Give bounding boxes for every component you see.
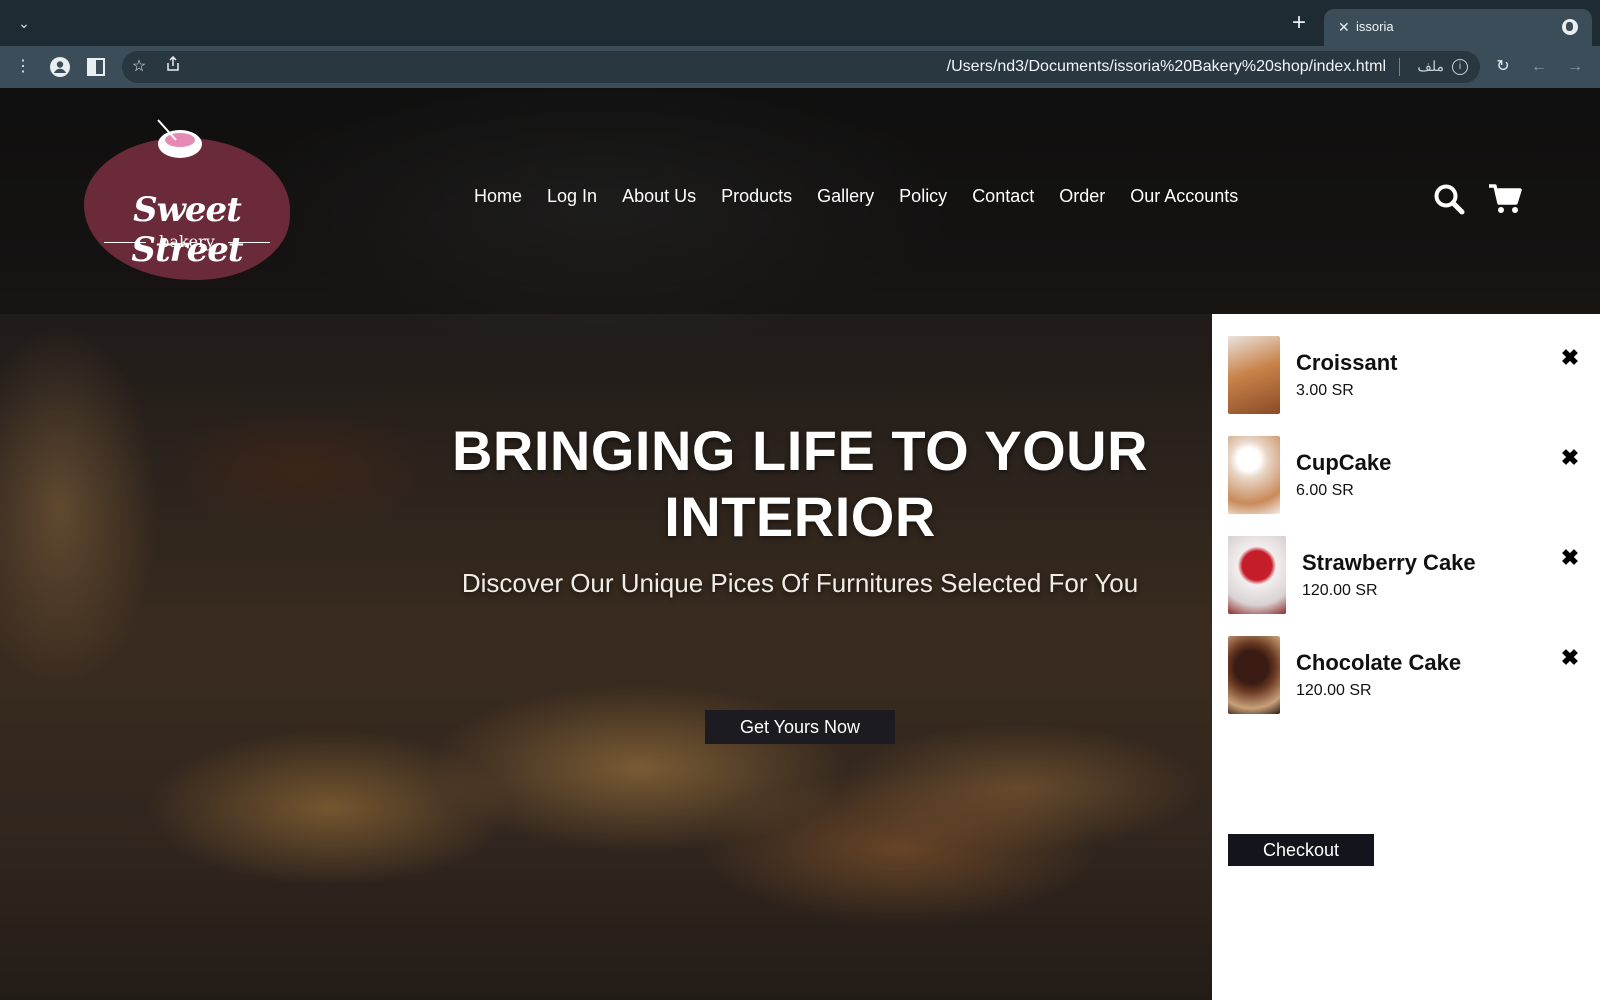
strawberry-cake-thumbnail <box>1228 536 1286 614</box>
cart-panel: Croissant 3.00 SR ✖ CupCake 6.00 SR ✖ St… <box>1212 314 1600 1000</box>
hero-subtitle: Discover Our Unique Pices Of Furnitures … <box>461 568 1139 598</box>
search-icon[interactable] <box>1432 182 1466 216</box>
site-header: Sweet Street bakery Home Log In About Us… <box>0 88 1600 314</box>
url-separator <box>1399 58 1400 76</box>
logo-text: Sweet Street <box>131 190 243 270</box>
nav-policy[interactable]: Policy <box>899 186 947 207</box>
hero-title-line-1: BRINGING LIFE TO YOUR <box>451 419 1149 482</box>
site-logo[interactable]: Sweet Street bakery <box>84 119 290 280</box>
cart-item-name: CupCake <box>1296 450 1392 475</box>
profile-icon[interactable] <box>49 56 71 78</box>
url-scheme-label: ملف <box>1417 58 1444 74</box>
cart-icon[interactable] <box>1488 182 1522 216</box>
hero-title-line-2: INTERIOR <box>664 485 936 548</box>
remove-item-icon[interactable]: ✖ <box>1560 547 1580 569</box>
main-nav: Home Log In About Us Products Gallery Po… <box>474 186 1263 207</box>
nav-order[interactable]: Order <box>1059 186 1105 207</box>
cart-item-name: Strawberry Cake <box>1302 550 1476 575</box>
croissant-thumbnail <box>1228 336 1280 414</box>
browser-tab[interactable]: ✕ issoria <box>1324 9 1592 46</box>
cart-item-price: 3.00 SR <box>1296 382 1354 399</box>
share-icon[interactable] <box>162 55 184 78</box>
cupcake-thumbnail <box>1228 436 1280 514</box>
new-tab-icon[interactable]: + <box>1288 11 1310 35</box>
globe-icon <box>1562 19 1578 35</box>
nav-our-accounts[interactable]: Our Accounts <box>1130 186 1238 207</box>
remove-item-icon[interactable]: ✖ <box>1560 647 1580 669</box>
forward-arrow-icon[interactable]: → <box>1564 56 1586 78</box>
cart-item: CupCake 6.00 SR ✖ <box>1228 436 1588 516</box>
checkout-button[interactable]: Checkout <box>1228 834 1374 866</box>
browser-tab-bar: ⌄ + ✕ issoria <box>0 0 1600 46</box>
nav-home[interactable]: Home <box>474 186 522 207</box>
cart-item: Chocolate Cake 120.00 SR ✖ <box>1228 636 1588 716</box>
bookmark-star-icon[interactable]: ☆ <box>128 56 150 78</box>
logo-divider <box>228 242 270 243</box>
get-yours-now-button[interactable]: Get Yours Now <box>705 710 895 744</box>
kebab-menu-icon[interactable]: ⋮ <box>12 56 34 78</box>
nav-products[interactable]: Products <box>721 186 792 207</box>
cart-item: Croissant 3.00 SR ✖ <box>1228 336 1588 416</box>
reload-icon[interactable]: ↻ <box>1492 56 1514 78</box>
side-panel-icon[interactable] <box>85 56 107 78</box>
cart-item-price: 6.00 SR <box>1296 482 1354 499</box>
cart-item-name: Chocolate Cake <box>1296 650 1462 675</box>
remove-item-icon[interactable]: ✖ <box>1560 347 1580 369</box>
nav-about-us[interactable]: About Us <box>622 186 696 207</box>
address-bar[interactable]: ☆ /Users/nd3/Documents/issoria%20Bakery%… <box>122 51 1480 83</box>
nav-contact[interactable]: Contact <box>972 186 1034 207</box>
chocolate-cake-thumbnail <box>1228 636 1280 714</box>
whisk-bowl-icon <box>157 119 202 158</box>
hero-section: BRINGING LIFE TO YOUR INTERIOR Discover … <box>400 418 1200 744</box>
url-text[interactable]: /Users/nd3/Documents/issoria%20Bakery%20… <box>947 58 1386 76</box>
tab-close-icon[interactable]: ✕ <box>1338 19 1350 35</box>
hero-title: BRINGING LIFE TO YOUR INTERIOR <box>400 418 1200 550</box>
cart-item-price: 120.00 SR <box>1302 582 1378 599</box>
nav-gallery[interactable]: Gallery <box>817 186 874 207</box>
cart-item-price: 120.00 SR <box>1296 682 1372 699</box>
browser-toolbar: ⋮ ☆ /Users/nd3/Documents/issoria%20Baker… <box>0 46 1600 88</box>
cart-item-name: Croissant <box>1296 350 1398 375</box>
tab-dropdown-icon[interactable]: ⌄ <box>14 15 34 31</box>
tab-title: issoria <box>1356 19 1394 34</box>
page-viewport: Sweet Street bakery Home Log In About Us… <box>0 88 1600 1000</box>
cart-item: Strawberry Cake 120.00 SR ✖ <box>1228 536 1588 616</box>
nav-log-in[interactable]: Log In <box>547 186 597 207</box>
remove-item-icon[interactable]: ✖ <box>1560 447 1580 469</box>
back-arrow-icon[interactable]: ← <box>1528 56 1550 78</box>
info-icon[interactable]: i <box>1452 59 1468 75</box>
